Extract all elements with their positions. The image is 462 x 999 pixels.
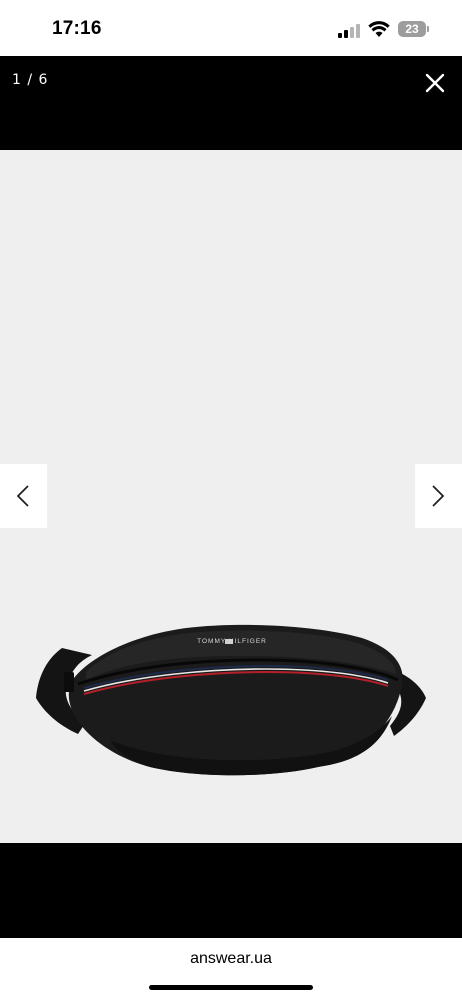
close-button[interactable] <box>422 70 448 96</box>
previous-image-button[interactable] <box>0 464 47 528</box>
product-image-viewer[interactable]: TOMMY HILFIGER <box>0 150 462 843</box>
image-counter: 1 / 6 <box>12 72 49 88</box>
product-image: TOMMY HILFIGER <box>36 624 426 776</box>
gallery-footer <box>0 843 462 938</box>
bag-zipper-pull <box>64 672 74 692</box>
wifi-icon <box>368 21 390 37</box>
status-time: 17:16 <box>52 18 102 39</box>
url-text[interactable]: answear.ua <box>0 950 462 968</box>
battery-icon: 23 <box>398 21 426 37</box>
gallery-header: 1 / 6 <box>0 56 462 150</box>
close-icon <box>425 73 445 93</box>
chevron-right-icon <box>432 485 445 507</box>
battery-cap <box>427 26 429 32</box>
status-bar: 17:16 23 <box>0 0 462 56</box>
cellular-signal-icon <box>338 22 362 38</box>
bag-brand-logo: TOMMY HILFIGER <box>197 638 267 645</box>
home-indicator[interactable] <box>149 985 313 990</box>
chevron-left-icon <box>16 485 29 507</box>
browser-address-bar[interactable]: answear.ua <box>0 938 462 999</box>
next-image-button[interactable] <box>415 464 462 528</box>
